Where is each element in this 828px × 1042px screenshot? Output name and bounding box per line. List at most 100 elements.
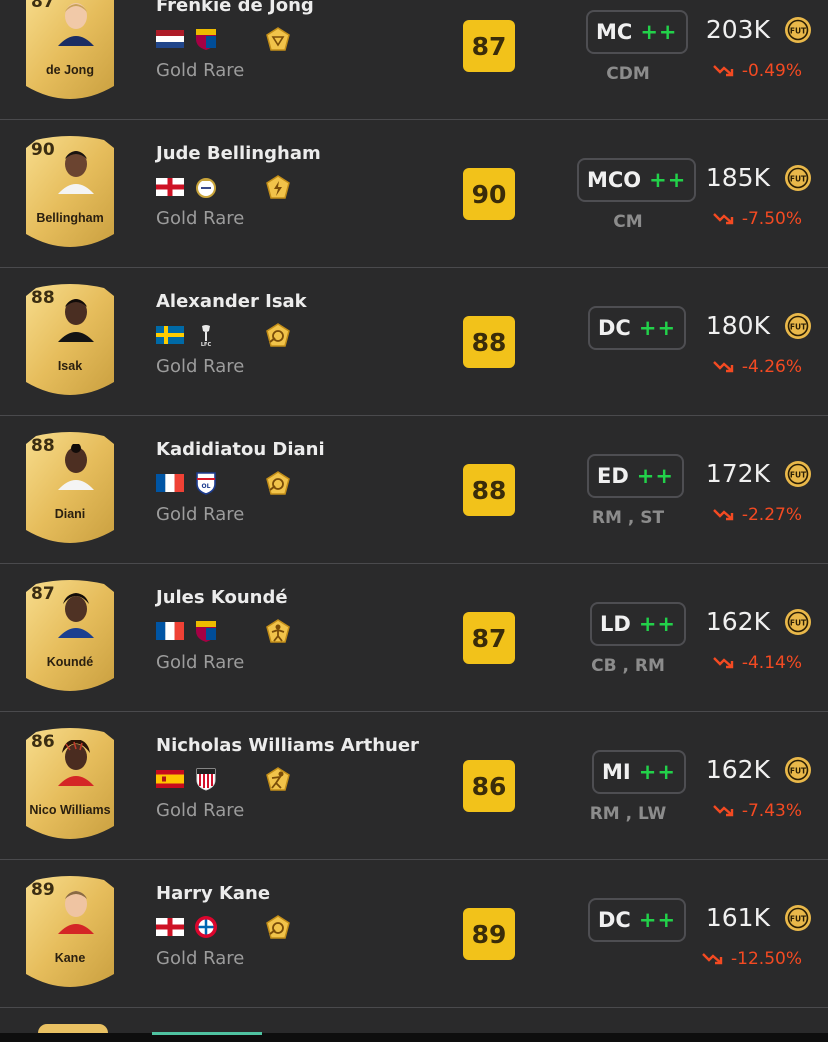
player-name: Jude Bellingham xyxy=(156,143,321,164)
athletic-club-crest-icon xyxy=(196,768,216,791)
player-row[interactable]: 86 Nico Williams Nicholas Williams Arthu… xyxy=(0,712,828,860)
player-row[interactable]: 88 Diani Kadidiatou Diani OL Gold Rare 8… xyxy=(0,416,828,564)
fut-coin-icon: FUT xyxy=(785,609,811,635)
price-change-value: -7.50% xyxy=(741,209,802,229)
bottom-bar xyxy=(0,1033,828,1042)
card-rating: 86 xyxy=(31,732,55,752)
position-plus: ++ xyxy=(640,20,678,44)
card-rating: 88 xyxy=(31,288,55,308)
trend-down-icon xyxy=(713,509,734,521)
england-flag-icon xyxy=(156,178,184,196)
svg-text:FUT: FUT xyxy=(790,471,807,480)
fut-coin-icon: FUT xyxy=(785,165,811,191)
player-card[interactable]: 90 Bellingham xyxy=(26,134,114,252)
position-label: MI xyxy=(602,760,631,784)
price-change-value: -4.14% xyxy=(741,653,802,673)
player-name: Jules Koundé xyxy=(156,587,288,608)
player-name: Frenkie de Jong xyxy=(156,0,314,16)
overall-badge: 87 xyxy=(463,20,515,72)
trend-down-icon xyxy=(702,953,723,965)
england-flag-icon xyxy=(156,918,184,936)
overall-badge: 88 xyxy=(463,316,515,368)
fut-coin-icon: FUT xyxy=(785,17,811,43)
next-card-peek xyxy=(38,1024,108,1033)
card-name: Kane xyxy=(54,951,86,965)
position-label: MCO xyxy=(587,168,642,192)
position-plus: ++ xyxy=(638,612,677,636)
position-plus: ++ xyxy=(636,464,674,488)
position-label: DC xyxy=(598,908,631,932)
player-row[interactable]: 90 Bellingham Jude Bellingham Gold Rare … xyxy=(0,120,828,268)
position-label: MC xyxy=(596,20,633,44)
svg-text:OL: OL xyxy=(202,483,211,490)
price-change-value: -4.26% xyxy=(741,357,802,377)
position-label: DC xyxy=(598,316,631,340)
card-type-label: Gold Rare xyxy=(156,60,245,81)
player-face-icon xyxy=(58,444,94,490)
player-list: 87 de Jong Frenkie de Jong Gold Rare 87 … xyxy=(0,0,828,1008)
svg-text:FUT: FUT xyxy=(790,619,807,628)
price-change: -2.27% xyxy=(712,505,802,525)
alt-positions: CM xyxy=(613,212,643,232)
card-rating: 89 xyxy=(31,880,55,900)
alt-positions: RM , LW xyxy=(589,804,667,824)
price: 203K xyxy=(705,15,770,44)
player-row[interactable]: 87 Koundé Jules Koundé Gold Rare 87 LD +… xyxy=(0,564,828,712)
svg-text:FUT: FUT xyxy=(790,27,807,36)
trend-down-icon xyxy=(713,213,734,225)
player-card[interactable]: 88 Diani xyxy=(26,430,114,548)
price: 162K xyxy=(705,755,770,784)
card-name: Koundé xyxy=(46,655,94,669)
bayern-crest-icon xyxy=(195,916,217,938)
trend-down-icon xyxy=(713,361,734,373)
card-type-label: Gold Rare xyxy=(156,356,245,377)
player-name: Nicholas Williams Arthuer xyxy=(156,735,419,756)
price-change: -12.50% xyxy=(701,949,802,969)
position-box: ED ++ xyxy=(587,454,684,498)
player-card[interactable]: 86 Nico Williams xyxy=(26,726,114,844)
trend-down-icon xyxy=(713,805,734,817)
real-madrid-crest-icon xyxy=(196,178,216,198)
player-row[interactable]: 88 Isak Alexander Isak LFC Gold Rare 88 … xyxy=(0,268,828,416)
price-change-value: -7.43% xyxy=(741,801,802,821)
player-name: Harry Kane xyxy=(156,883,271,904)
card-name: Nico Williams xyxy=(29,803,111,817)
playstyle-icon xyxy=(266,175,290,199)
player-card[interactable]: 87 Koundé xyxy=(26,578,114,696)
player-row[interactable]: 89 Kane Harry Kane Gold Rare 89 DC ++ 16… xyxy=(0,860,828,1008)
overall-badge: 90 xyxy=(463,168,515,220)
card-type-label: Gold Rare xyxy=(156,800,245,821)
svg-text:FUT: FUT xyxy=(790,767,807,776)
playstyle-icon xyxy=(266,915,290,939)
position-label: ED xyxy=(597,464,629,488)
player-row[interactable]: 87 de Jong Frenkie de Jong Gold Rare 87 … xyxy=(0,0,828,120)
france-flag-icon xyxy=(156,474,184,492)
lyon-crest-icon: OL xyxy=(196,472,216,495)
svg-text:LFC: LFC xyxy=(201,342,212,347)
position-box: DC ++ xyxy=(588,898,687,942)
player-card[interactable]: 89 Kane xyxy=(26,874,114,992)
playstyle-icon xyxy=(266,767,290,791)
price: 180K xyxy=(705,311,770,340)
playstyle-icon xyxy=(266,27,290,51)
player-face-icon xyxy=(58,740,94,786)
trend-down-icon xyxy=(713,657,734,669)
price: 162K xyxy=(705,607,770,636)
player-card[interactable]: 88 Isak xyxy=(26,282,114,400)
france-flag-icon xyxy=(156,622,184,640)
player-face-icon xyxy=(58,296,94,342)
player-card[interactable]: 87 de Jong xyxy=(26,0,114,104)
price-change-value: -12.50% xyxy=(731,949,802,969)
player-name: Kadidiatou Diani xyxy=(156,439,325,460)
card-name: de Jong xyxy=(46,63,94,77)
fut-coin-icon: FUT xyxy=(785,313,811,339)
price: 185K xyxy=(705,163,770,192)
overall-badge: 86 xyxy=(463,760,515,812)
price-change: -4.26% xyxy=(712,357,802,377)
price-change-value: -2.27% xyxy=(741,505,802,525)
card-type-label: Gold Rare xyxy=(156,208,245,229)
svg-text:FUT: FUT xyxy=(790,323,807,332)
price-change: -7.50% xyxy=(712,209,802,229)
player-face-icon xyxy=(58,592,94,638)
position-box: MI ++ xyxy=(592,750,686,794)
